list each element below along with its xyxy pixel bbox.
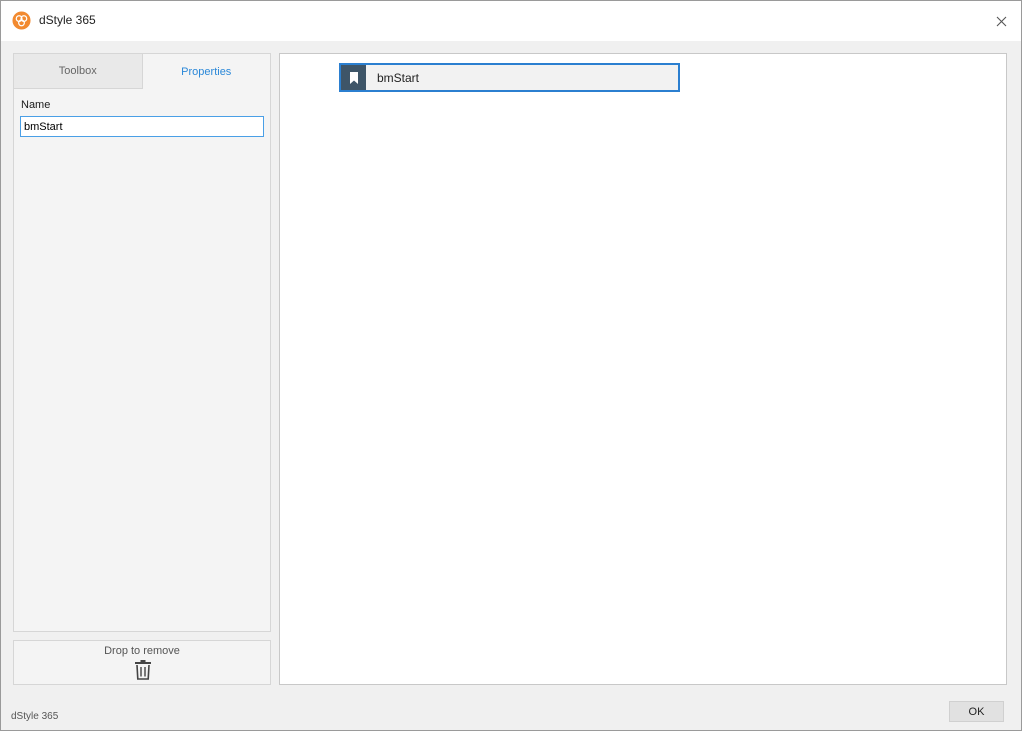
tab-properties[interactable]: Properties [142, 54, 270, 89]
tab-toolbox[interactable]: Toolbox [14, 54, 143, 89]
drop-zone-label: Drop to remove [104, 645, 180, 657]
drop-to-remove-zone[interactable]: Drop to remove [13, 640, 271, 685]
name-label: Name [21, 99, 51, 111]
properties-panel: Toolbox Properties Name [13, 53, 271, 632]
bookmark-item[interactable]: bmStart [339, 63, 680, 92]
panel-tabs: Toolbox Properties [14, 54, 270, 89]
main-window: dStyle 365 Toolbox Properties Name Drop … [0, 0, 1022, 731]
dstyle-logo-icon [12, 11, 31, 30]
close-button[interactable] [989, 9, 1013, 33]
title-bar: dStyle 365 [1, 1, 1021, 41]
trash-icon [135, 660, 151, 680]
bookmark-badge [341, 65, 366, 90]
name-field[interactable] [20, 116, 264, 137]
bookmark-icon [349, 71, 358, 84]
close-icon [996, 16, 1006, 26]
ok-button[interactable]: OK [949, 701, 1004, 722]
status-text: dStyle 365 [11, 711, 59, 722]
window-title: dStyle 365 [39, 13, 96, 27]
bookmark-label: bmStart [377, 70, 420, 85]
design-canvas[interactable]: bmStart [279, 53, 1007, 685]
